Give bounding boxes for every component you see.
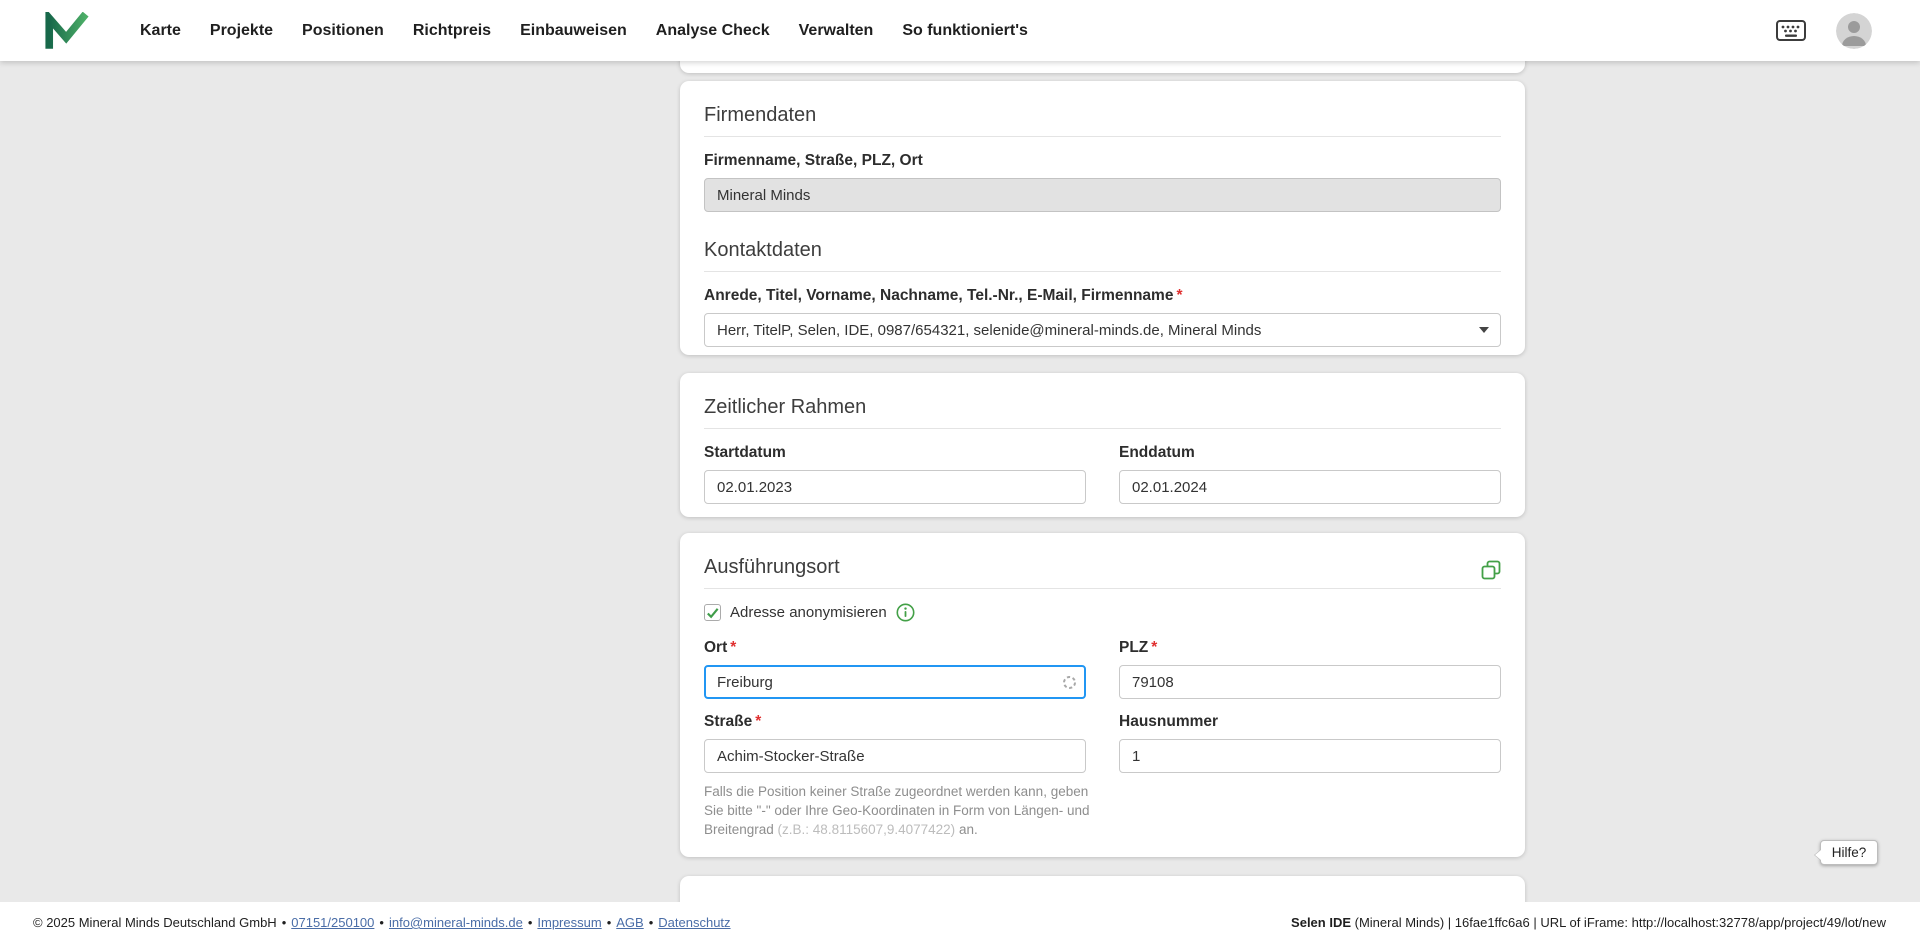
hausnummer-cell: Hausnummer (1119, 713, 1501, 773)
kontaktdaten-title: Kontaktdaten (704, 234, 1501, 271)
strasse-input[interactable] (704, 739, 1086, 773)
divider (704, 588, 1501, 589)
anonymize-row: Adresse anonymisieren (704, 603, 1501, 622)
strasse-cell: Straße* (704, 713, 1086, 773)
plz-label: PLZ* (1119, 639, 1501, 657)
company-field-label-text: Firmenname, Straße, PLZ, Ort (704, 152, 923, 169)
anonymize-label[interactable]: Adresse anonymisieren (730, 604, 887, 621)
nav-item-so-funktionierts[interactable]: So funktioniert's (902, 22, 1028, 40)
nav-item-projekte[interactable]: Projekte (210, 22, 273, 40)
ausfuehrungsort-title: Ausführungsort (704, 551, 840, 588)
top-navbar: Karte Projekte Positionen Richtpreis Ein… (0, 0, 1920, 61)
plz-label-text: PLZ (1119, 639, 1148, 656)
nav-item-richtpreis[interactable]: Richtpreis (413, 22, 491, 40)
nav-item-einbauweisen[interactable]: Einbauweisen (520, 22, 627, 40)
footer-link-datenschutz[interactable]: Datenschutz (658, 915, 730, 930)
ort-label-text: Ort (704, 639, 727, 656)
footer-link-impressum[interactable]: Impressum (537, 915, 601, 930)
firmendaten-title: Firmendaten (704, 99, 1501, 136)
firmendaten-card: Firmendaten Firmenname, Straße, PLZ, Ort… (680, 81, 1525, 355)
startdatum-label: Startdatum (704, 444, 1086, 462)
anonymize-checkbox[interactable] (704, 604, 721, 621)
startdatum-cell: Startdatum (704, 429, 1086, 504)
zeitlicher-rahmen-card: Zeitlicher Rahmen Startdatum Enddatum (680, 373, 1525, 517)
ort-input[interactable] (704, 665, 1086, 699)
ort-cell: Ort* (704, 624, 1086, 699)
hausnummer-label-text: Hausnummer (1119, 713, 1218, 730)
user-avatar-icon[interactable] (1836, 13, 1872, 49)
divider (704, 136, 1501, 137)
info-icon[interactable] (896, 603, 915, 622)
plz-cell: PLZ* (1119, 624, 1501, 699)
strasse-label-text: Straße (704, 713, 752, 730)
chevron-down-icon (1479, 327, 1489, 333)
required-marker: * (1151, 639, 1157, 656)
strasse-label: Straße* (704, 713, 1086, 731)
company-input (704, 178, 1501, 212)
footer-separator: • (649, 915, 654, 930)
footer-link-agb[interactable]: AGB (616, 915, 643, 930)
strasse-hint-suffix: an. (955, 822, 978, 837)
footer-left: © 2025 Mineral Minds Deutschland GmbH • … (33, 915, 731, 930)
footer-separator: • (282, 915, 287, 930)
kontakt-select[interactable]: Herr, TitelP, Selen, IDE, 0987/654321, s… (704, 313, 1501, 347)
nav-item-verwalten[interactable]: Verwalten (799, 22, 874, 40)
required-marker: * (755, 713, 761, 730)
enddatum-label-text: Enddatum (1119, 444, 1195, 461)
company-field-label: Firmenname, Straße, PLZ, Ort (704, 152, 1501, 170)
navbar-right-area (1776, 13, 1872, 49)
footer-separator: • (379, 915, 384, 930)
loading-spinner-icon (1062, 675, 1077, 690)
ausfuehrungsort-card: Ausführungsort Adresse anonymisieren (680, 533, 1525, 857)
enddatum-input[interactable] (1119, 470, 1501, 504)
footer-separator: • (528, 915, 533, 930)
divider (704, 271, 1501, 272)
startdatum-input[interactable] (704, 470, 1086, 504)
footer-app-name: Selen IDE (1291, 915, 1351, 930)
footer-link-phone[interactable]: 07151/250100 (291, 915, 374, 930)
page: Karte Projekte Positionen Richtpreis Ein… (0, 0, 1920, 943)
plz-input[interactable] (1119, 665, 1501, 699)
nav-item-analyse-check[interactable]: Analyse Check (656, 22, 770, 40)
enddatum-cell: Enddatum (1119, 429, 1501, 504)
footer-debug-info: Selen IDE (Mineral Minds) | 16fae1ffc6a6… (1291, 915, 1886, 930)
nav-item-positionen[interactable]: Positionen (302, 22, 384, 40)
footer-separator: • (607, 915, 612, 930)
zeitraum-title: Zeitlicher Rahmen (704, 391, 1501, 428)
required-marker: * (730, 639, 736, 656)
footer: © 2025 Mineral Minds Deutschland GmbH • … (0, 902, 1920, 943)
kontakt-field-label-text: Anrede, Titel, Vorname, Nachname, Tel.-N… (704, 287, 1173, 304)
hausnummer-label: Hausnummer (1119, 713, 1501, 731)
strasse-hint-example: (z.B.: 48.8115607,9.4077422) (778, 822, 956, 837)
hausnummer-input[interactable] (1119, 739, 1501, 773)
required-marker: * (1176, 287, 1182, 304)
main-navigation: Karte Projekte Positionen Richtpreis Ein… (140, 22, 1028, 40)
help-button[interactable]: Hilfe? (1820, 840, 1878, 865)
footer-app-details: (Mineral Minds) | 16fae1ffc6a6 | URL of … (1351, 915, 1886, 930)
ort-label: Ort* (704, 639, 1086, 657)
keyboard-icon[interactable] (1776, 20, 1806, 41)
nav-item-karte[interactable]: Karte (140, 22, 181, 40)
mineral-minds-logo-icon[interactable] (45, 12, 89, 50)
footer-link-email[interactable]: info@mineral-minds.de (389, 915, 523, 930)
kontakt-select-value: Herr, TitelP, Selen, IDE, 0987/654321, s… (717, 322, 1261, 339)
kontakt-field-label: Anrede, Titel, Vorname, Nachname, Tel.-N… (704, 287, 1501, 305)
strasse-hint: Falls die Position keiner Straße zugeord… (704, 783, 1106, 840)
startdatum-label-text: Startdatum (704, 444, 786, 461)
copy-icon[interactable] (1481, 560, 1501, 580)
footer-copyright: © 2025 Mineral Minds Deutschland GmbH (33, 915, 277, 930)
enddatum-label: Enddatum (1119, 444, 1501, 462)
